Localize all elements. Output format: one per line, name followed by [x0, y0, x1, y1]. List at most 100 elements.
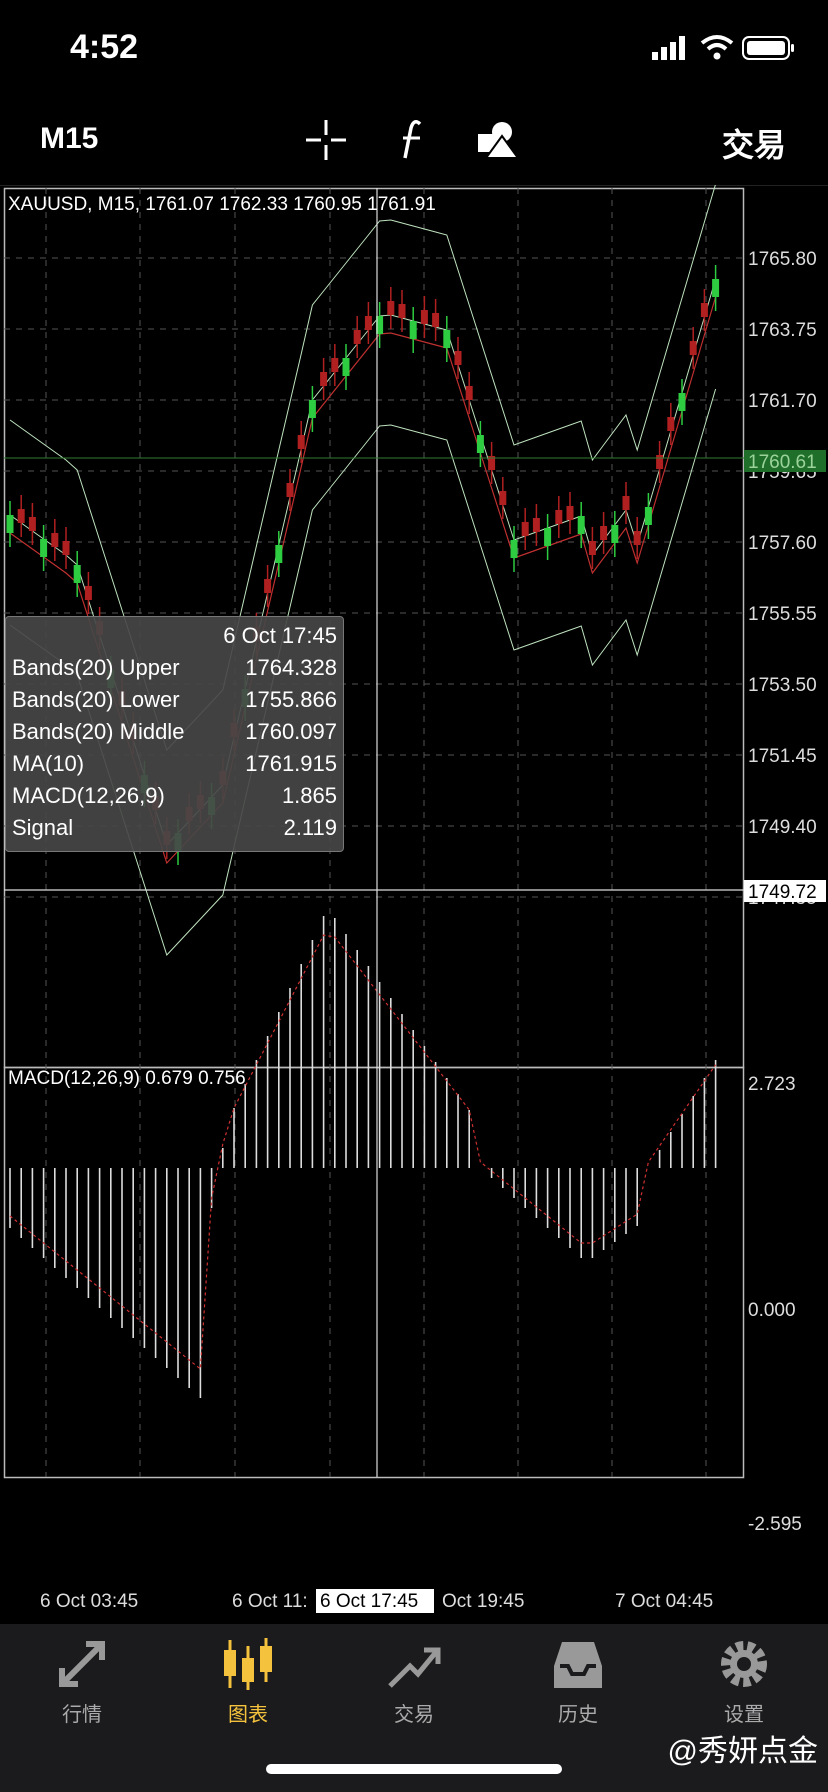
tooltip-row: MA(10) 1761.915 — [12, 751, 337, 783]
objects-shapes-icon[interactable] — [476, 120, 520, 160]
macd-histogram — [9, 916, 717, 1398]
chart-candles-icon — [224, 1638, 272, 1690]
time-label: 7 Oct 04:45 — [615, 1591, 713, 1612]
candle-body — [510, 540, 518, 558]
tooltip-date-row: 6 Oct 17:45 — [12, 623, 337, 655]
tab-trade[interactable]: 交易 — [354, 1636, 474, 1727]
time-label: 6 Oct 03:45 — [40, 1591, 138, 1612]
candle-body — [667, 417, 675, 431]
candle-body — [6, 515, 14, 533]
tooltip-row: Bands(20) Upper 1764.328 — [12, 655, 337, 687]
candle-body — [73, 565, 81, 583]
price-chart[interactable]: XAUUSD, M15, 1761.07 1762.33 1760.95 176… — [0, 185, 828, 1625]
tab-label: 行情 — [62, 1704, 102, 1726]
candle-body — [17, 509, 25, 523]
tooltip-value: 2.119 — [283, 815, 337, 840]
tab-label: 设置 — [724, 1704, 764, 1726]
tooltip-label: MA(10) — [12, 751, 85, 776]
price-axis-label: 1763.75 — [748, 320, 817, 341]
settings-gear-icon — [721, 1641, 767, 1687]
candle-body — [566, 506, 574, 520]
candle-body — [600, 526, 608, 540]
candle-body — [264, 579, 272, 593]
macd-axis-label: 2.723 — [748, 1074, 796, 1095]
candle-body — [499, 491, 507, 505]
tooltip-label: Bands(20) Middle — [12, 719, 185, 744]
candle-body — [275, 545, 283, 563]
candle-body — [409, 321, 417, 339]
tab-chart[interactable]: 图表 — [188, 1636, 308, 1727]
candle-body — [544, 528, 552, 546]
price-axis: 1765.801763.751761.701759.651757.601755.… — [748, 249, 817, 909]
candle-body — [532, 518, 540, 532]
tooltip-value: 1760.097 — [245, 719, 337, 744]
tooltip-row: Signal 2.119 — [12, 815, 337, 847]
macd-signal-line — [9, 934, 717, 1371]
tab-quotes[interactable]: 行情 — [22, 1636, 142, 1727]
candle-body — [364, 316, 372, 330]
candle-body — [700, 303, 708, 317]
price-axis-label: 1755.55 — [748, 604, 817, 625]
time-label: Oct 19:45 — [442, 1591, 524, 1612]
candle-body — [420, 310, 428, 324]
price-axis-label: 1751.45 — [748, 746, 817, 767]
crosshair-price-label: 1749.72 — [748, 882, 817, 903]
macd-header: MACD(12,26,9) 0.679 0.756 — [8, 1068, 246, 1089]
candle-body — [555, 510, 563, 524]
history-tray-icon — [554, 1642, 602, 1688]
candle-body — [454, 351, 462, 365]
candle-body — [644, 507, 652, 525]
tooltip-value: 1755.866 — [245, 687, 337, 712]
macd-pane-frame — [3, 1066, 745, 1479]
macd-axis: 2.723 0.000 -2.595 — [748, 1074, 802, 1535]
signal-icon — [652, 36, 685, 60]
tooltip-label: MACD(12,26,9) — [12, 783, 165, 808]
tab-settings[interactable]: 设置 — [684, 1636, 804, 1727]
candle-body — [331, 358, 339, 372]
candle-body — [689, 341, 697, 355]
tooltip-row: MACD(12,26,9) 1.865 — [12, 783, 337, 815]
candle-body — [28, 517, 36, 531]
tooltip-label: Bands(20) Upper — [12, 655, 180, 680]
tab-label: 图表 — [228, 1704, 268, 1726]
candle-body — [51, 533, 59, 547]
crosshair-icon[interactable] — [306, 120, 346, 160]
status-bar: 4:52 — [0, 0, 828, 100]
price-axis-label: 1765.80 — [748, 249, 817, 270]
trade-button[interactable]: 交易 — [722, 120, 786, 166]
current-price-label: 1760.61 — [748, 452, 817, 473]
status-time: 4:52 — [70, 28, 139, 66]
chart-header: XAUUSD, M15, 1761.07 1762.33 1760.95 176… — [8, 194, 436, 215]
tab-history[interactable]: 历史 — [518, 1636, 638, 1727]
timeframe-button[interactable]: M15 — [40, 122, 98, 156]
time-label: 6 Oct 11: — [232, 1591, 308, 1612]
crosshair-time-label: 6 Oct 17:45 — [320, 1591, 418, 1612]
trade-trend-icon — [388, 1647, 441, 1688]
candle-body — [521, 522, 529, 536]
candle-body — [611, 525, 619, 543]
tooltip-row: Bands(20) Lower 1755.866 — [12, 687, 337, 719]
signal-path — [9, 934, 717, 1371]
home-indicator — [266, 1764, 562, 1774]
candle-body — [678, 393, 686, 411]
tab-label: 历史 — [558, 1704, 598, 1726]
candle-body — [398, 304, 406, 318]
crosshair-tooltip: 6 Oct 17:45 Bands(20) Upper 1764.328 Band… — [5, 616, 344, 852]
candle-body — [320, 372, 328, 386]
candle-body — [342, 358, 350, 376]
candle-body — [443, 330, 451, 348]
indicators-icon[interactable] — [396, 118, 428, 162]
candle-body — [432, 313, 440, 327]
tooltip-value: 1764.328 — [245, 655, 337, 680]
price-axis-label: 1749.40 — [748, 817, 817, 838]
tooltip-label: Signal — [12, 815, 74, 840]
tooltip-row: Bands(20) Middle 1760.097 — [12, 719, 337, 751]
quotes-arrows-icon — [59, 1641, 105, 1687]
candle-body — [633, 531, 641, 545]
candle-body — [588, 541, 596, 555]
watermark: @秀妍点金 — [667, 1735, 818, 1768]
candle-body — [387, 301, 395, 315]
tooltip-value: 1.865 — [281, 783, 337, 808]
candle-body — [297, 435, 305, 449]
tooltip-label: Bands(20) Lower — [12, 687, 180, 712]
